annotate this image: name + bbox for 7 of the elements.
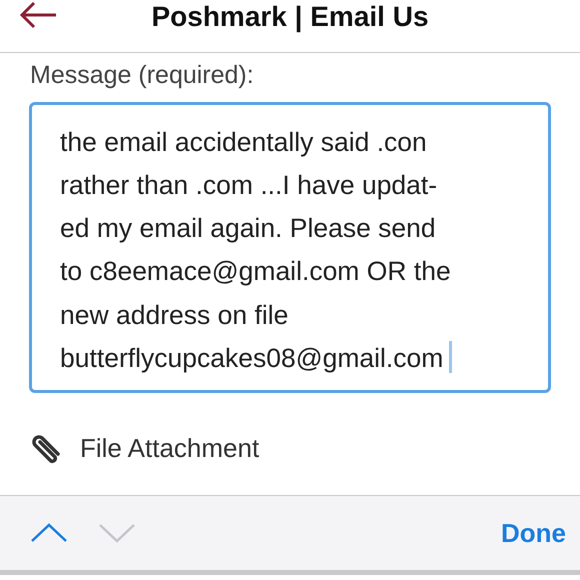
attachment-link[interactable]: File Attachment xyxy=(80,428,260,468)
field-label: Message (required): xyxy=(30,60,255,91)
page-title: Poshmark | Email Us xyxy=(151,0,429,34)
done-button[interactable]: Done xyxy=(501,514,566,552)
text-cursor xyxy=(449,340,452,373)
message-field[interactable]: the email accidentally said .con rather than .com ...I have updat- ed my email again. Please send to c8eemace@gmail.com OR the new address on file butterflycupcakes08@gmail.com xyxy=(29,102,551,392)
back-button[interactable] xyxy=(18,0,58,30)
